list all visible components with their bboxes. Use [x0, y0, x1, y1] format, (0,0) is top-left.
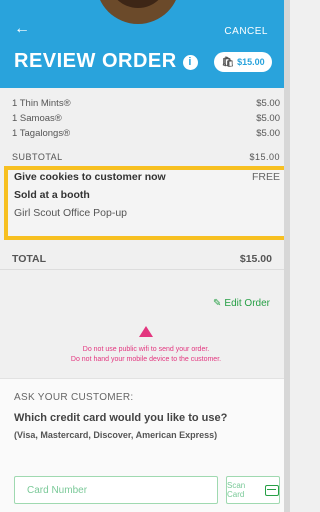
- app-screen: ← CANCEL REVIEW ORDER i 🛍 $15.00 1 Thin M…: [0, 0, 290, 512]
- total-row: TOTAL $15.00: [0, 248, 284, 270]
- card-scan-icon: [265, 484, 279, 496]
- order-item-name: 1 Tagalongs®: [12, 128, 71, 139]
- total-label: TOTAL: [12, 252, 47, 265]
- page-title-text: REVIEW ORDER: [14, 50, 177, 72]
- info-icon[interactable]: i: [182, 55, 198, 70]
- total-value: $15.00: [239, 252, 272, 265]
- scan-card-button[interactable]: Scan Card: [226, 476, 280, 504]
- subtotal-value: $15.00: [249, 152, 280, 162]
- edit-order-link[interactable]: ✎ Edit Order: [213, 298, 270, 309]
- warning-line: Do not hand your mobile device to the cu…: [70, 356, 222, 363]
- page-title: REVIEW ORDER i: [14, 50, 198, 73]
- scan-card-label: Scan Card: [227, 481, 246, 499]
- delivery-method: Give cookies to customer now: [14, 171, 166, 183]
- edit-order-label: Edit Order: [224, 298, 270, 309]
- warning-icon: [139, 326, 153, 337]
- order-item: 1 Thin Mints® $5.00: [12, 98, 280, 113]
- order-item: 1 Samoas® $5.00: [12, 113, 280, 128]
- booth-location: Girl Scout Office Pop-up: [14, 207, 128, 219]
- order-items-list: 1 Thin Mints® $5.00 1 Samoas® $5.00 1 Ta…: [12, 98, 280, 143]
- card-number-input[interactable]: [14, 476, 218, 504]
- order-item-name: 1 Samoas®: [12, 113, 62, 124]
- warning-line: Do not use public wifi to send your orde…: [82, 346, 210, 353]
- bag-icon: 🛍: [221, 56, 235, 68]
- cart-total-badge[interactable]: 🛍 $15.00: [214, 52, 272, 72]
- order-item-price: $5.00: [256, 128, 280, 139]
- delivery-method-row: Give cookies to customer now FREE: [14, 171, 280, 183]
- subtotal-label: SUBTOTAL: [12, 152, 63, 162]
- cart-total: $15.00: [237, 57, 265, 67]
- delivery-details: Give cookies to customer now FREE Sold a…: [14, 171, 280, 219]
- subtotal-row: SUBTOTAL $15.00: [12, 152, 280, 162]
- back-arrow-icon[interactable]: ←: [14, 20, 30, 38]
- security-warning: Do not use public wifi to send your orde…: [12, 345, 280, 365]
- cookie-image: [96, 0, 180, 24]
- header-bar: ← CANCEL REVIEW ORDER i 🛍 $15.00: [0, 0, 284, 88]
- pencil-icon: ✎: [213, 298, 222, 309]
- ask-customer-label: ASK YOUR CUSTOMER:: [14, 392, 134, 403]
- accepted-cards: (Visa, Mastercard, Discover, American Ex…: [14, 430, 218, 440]
- card-question: Which credit card would you like to use?: [14, 412, 228, 424]
- delivery-price: FREE: [251, 171, 280, 183]
- order-item-name: 1 Thin Mints®: [12, 98, 71, 109]
- order-item-price: $5.00: [256, 113, 280, 124]
- order-item-price: $5.00: [256, 98, 280, 109]
- cancel-button[interactable]: CANCEL: [224, 26, 268, 37]
- sale-type: Sold at a booth: [14, 189, 90, 201]
- order-item: 1 Tagalongs® $5.00: [12, 128, 280, 143]
